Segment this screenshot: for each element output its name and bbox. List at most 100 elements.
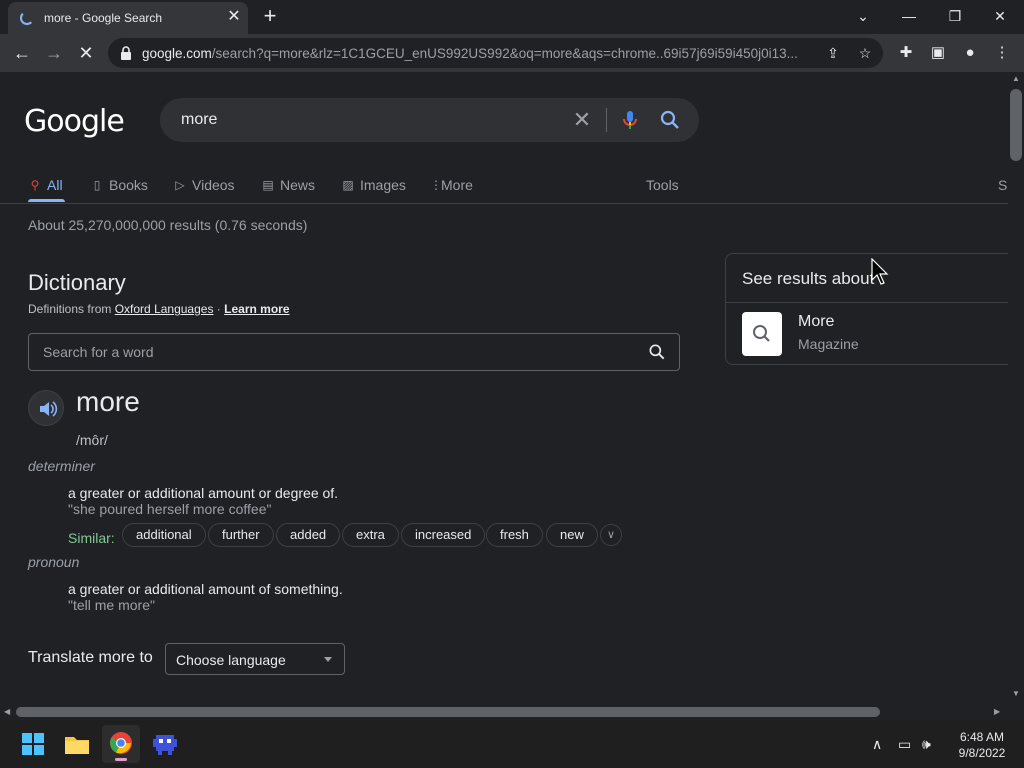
- scroll-up-arrow-icon[interactable]: ▲: [1012, 74, 1020, 83]
- search-tabs: ⚲ All ▯ Books ▷ Videos ▤ News ▨ Images ⋮…: [0, 168, 1008, 204]
- profile-avatar-icon[interactable]: ●: [959, 42, 981, 64]
- windows-taskbar: ∧ ▭ 🕪 6:48 AM 9/8/2022: [0, 720, 1024, 768]
- safesearch-button[interactable]: S: [998, 172, 1007, 198]
- scroll-left-arrow-icon[interactable]: ◀: [4, 707, 10, 716]
- source-separator: ·: [213, 302, 225, 316]
- bookmark-star-icon[interactable]: ☆: [856, 44, 874, 62]
- tab-videos-label: Videos: [192, 177, 235, 193]
- tab-title: more - Google Search: [44, 11, 163, 25]
- pronunciation-button[interactable]: [28, 390, 64, 426]
- tab-more[interactable]: ⋮ More: [430, 172, 473, 198]
- taskbar-clock[interactable]: 6:48 AM 9/8/2022: [952, 729, 1012, 761]
- restore-button[interactable]: ❐: [935, 2, 975, 30]
- vertical-scrollbar[interactable]: ▲ ▼: [1008, 72, 1024, 704]
- headword: more: [76, 386, 140, 417]
- tab-news[interactable]: ▤ News: [261, 172, 315, 198]
- tab-images-label: Images: [360, 177, 406, 193]
- network-icon[interactable]: ▭: [898, 736, 911, 753]
- file-explorer-button[interactable]: [58, 725, 96, 763]
- vertical-scroll-thumb[interactable]: [1010, 89, 1022, 161]
- language-select[interactable]: Choose language: [165, 643, 345, 675]
- dropdown-caret-icon: [324, 657, 332, 662]
- clear-icon[interactable]: ✕: [570, 108, 594, 132]
- browser-tab[interactable]: more - Google Search ✕: [8, 2, 248, 34]
- url-text: google.com/search?q=more&rlz=1C1GCEU_enU…: [142, 46, 798, 61]
- search-icon[interactable]: [647, 342, 667, 362]
- microphone-icon[interactable]: [618, 108, 642, 132]
- pixel-creature-icon: [153, 735, 177, 755]
- source-prefix: Definitions from: [28, 302, 112, 316]
- similar-chip[interactable]: further: [208, 523, 274, 547]
- volume-icon[interactable]: 🕪: [922, 736, 931, 753]
- tab-all[interactable]: ⚲ All: [28, 172, 63, 198]
- example: "she poured herself more coffee": [68, 501, 272, 517]
- vertical-dots-icon: ⋮: [430, 178, 442, 192]
- side-result-name[interactable]: More: [798, 313, 834, 331]
- share-icon[interactable]: ⇪: [824, 44, 842, 62]
- chrome-icon: [110, 732, 132, 761]
- windows-start-button[interactable]: [14, 725, 52, 763]
- scroll-right-arrow-icon[interactable]: ▶: [994, 707, 1000, 716]
- folder-icon: [65, 737, 89, 754]
- side-panel-icon[interactable]: ▣: [927, 42, 949, 64]
- similar-chip[interactable]: increased: [401, 523, 486, 547]
- address-bar[interactable]: google.com/search?q=more&rlz=1C1GCEU_enU…: [108, 38, 883, 68]
- search-box[interactable]: more ✕: [160, 98, 699, 142]
- definition: a greater or additional amount or degree…: [68, 485, 339, 501]
- clock-time: 6:48 AM: [959, 730, 1005, 744]
- result-thumbnail[interactable]: [742, 312, 782, 356]
- close-window-button[interactable]: ✕: [980, 2, 1020, 30]
- chrome-taskbar-button[interactable]: [102, 725, 140, 763]
- show-hidden-icons-chevron-icon[interactable]: ∧: [872, 736, 882, 753]
- similar-chip[interactable]: added: [276, 523, 341, 547]
- horizontal-scroll-thumb[interactable]: [16, 707, 880, 717]
- minimize-button[interactable]: —: [889, 2, 929, 30]
- search-input[interactable]: more: [181, 111, 217, 129]
- windows-logo-icon: [22, 733, 44, 755]
- language-select-value: Choose language: [176, 652, 286, 668]
- google-logo[interactable]: Google: [24, 104, 125, 139]
- stop-loading-icon[interactable]: ✕: [73, 40, 99, 66]
- search-icon[interactable]: [658, 108, 682, 132]
- forward-arrow-icon[interactable]: →: [41, 40, 67, 66]
- oxford-languages-link[interactable]: Oxford Languages: [115, 302, 214, 316]
- tab-more-label: More: [441, 177, 473, 193]
- safesearch-label: S: [998, 177, 1008, 193]
- similar-chip[interactable]: additional: [122, 523, 206, 547]
- tab-search-chevron-icon[interactable]: ⌄: [843, 2, 883, 30]
- close-tab-icon[interactable]: ✕: [224, 7, 244, 27]
- side-panel-divider: [726, 302, 1008, 303]
- tab-images[interactable]: ▨ Images: [341, 172, 406, 198]
- menu-kebab-icon[interactable]: ⋮: [991, 42, 1013, 64]
- search-icon: ⚲: [30, 178, 40, 192]
- similar-chip[interactable]: new: [546, 523, 598, 547]
- part-of-speech: determiner: [28, 458, 95, 474]
- new-tab-button[interactable]: +: [258, 4, 282, 28]
- see-results-about-panel: See results about More Magazine: [725, 253, 1008, 365]
- tab-videos[interactable]: ▷ Videos: [173, 172, 235, 198]
- tab-books[interactable]: ▯ Books: [90, 172, 148, 198]
- game-app-button[interactable]: [146, 725, 184, 763]
- tools-label: Tools: [646, 177, 679, 193]
- word-search-field[interactable]: Search for a word: [28, 333, 680, 371]
- similar-chip[interactable]: fresh: [486, 523, 543, 547]
- chevron-down-icon[interactable]: ∨: [600, 524, 622, 546]
- active-tab-indicator: [28, 199, 65, 202]
- learn-more-link[interactable]: Learn more: [224, 302, 289, 316]
- search-divider: [606, 108, 607, 132]
- word-search-placeholder: Search for a word: [43, 344, 154, 360]
- lock-icon: [121, 46, 131, 60]
- speaker-icon: [40, 401, 58, 417]
- mouse-cursor-icon: [871, 258, 889, 285]
- horizontal-scrollbar[interactable]: ◀ ▶: [0, 704, 1008, 720]
- tools-button[interactable]: Tools: [646, 172, 679, 198]
- dictionary-source: Definitions from Oxford Languages · Lear…: [28, 302, 290, 316]
- similar-chip[interactable]: extra: [342, 523, 399, 547]
- back-arrow-icon[interactable]: ←: [9, 40, 35, 66]
- extensions-puzzle-icon[interactable]: ✚: [895, 42, 917, 64]
- tab-all-label: All: [47, 177, 63, 193]
- book-icon: ▯: [93, 178, 101, 192]
- tab-books-label: Books: [109, 177, 148, 193]
- result-stats: About 25,270,000,000 results (0.76 secon…: [28, 217, 308, 233]
- scroll-down-arrow-icon[interactable]: ▼: [1012, 689, 1020, 698]
